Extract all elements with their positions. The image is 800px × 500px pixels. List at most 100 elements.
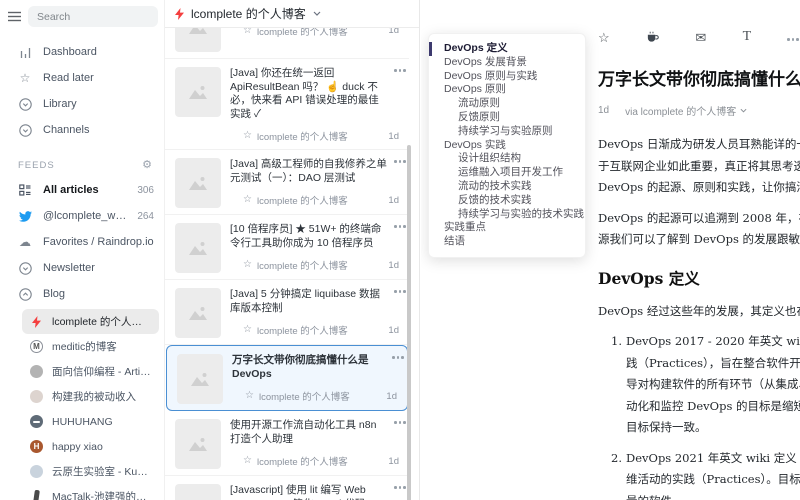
feed-favicon: M [30,340,43,353]
item-feed-name: lcomplete 的个人博客 [257,193,383,207]
paragraph: DevOps 的起源可以追溯到 2008 年，在一次 源我们可以了解到 DevO… [598,208,800,251]
toc-item[interactable]: 反馈原则 [429,111,585,125]
blog-feed-list: lcomplete 的个人博客 M meditic的博客 面向信仰编程 - Ar… [0,309,164,500]
sidebar-item-label: Blog [43,288,154,300]
list-item-selected[interactable]: 万字长文带你彻底搞懂什么是 DevOps ☆ lcomplete 的个人博客 1… [166,345,408,411]
sidebar-item-label: happy xiao [52,441,151,453]
item-time: 1d [388,325,399,336]
sidebar-item-library[interactable]: Library [0,91,164,117]
more-icon[interactable] [399,421,402,424]
sidebar-item-channels[interactable]: Channels [0,117,164,143]
star-icon[interactable]: ☆ [243,260,252,270]
toc-item[interactable]: DevOps 实践 [429,139,585,153]
item-time: 1d [386,391,397,402]
article-content: ☆ ✉ T 万字长文带你彻底搞懂什么是 DevOps 1d via lcompl… [598,0,800,500]
toc-item[interactable]: 持续学习与实验原则 [429,125,585,139]
toc-item[interactable]: 流动原则 [429,97,585,111]
toc-item[interactable]: DevOps 发展背景 [429,56,585,70]
feed-favicon: H [30,440,43,453]
feeds-section-header: FEEDS ⚙ [0,153,164,177]
typography-icon[interactable]: T [743,30,752,44]
item-time: 1d [388,456,399,467]
list-item[interactable]: [Javascript] 使用 lit 编写 Web Components 简化… [165,476,409,500]
list-item[interactable]: [Java] 5 分钟搞定 liquibase 数据库版本控制 ☆ lcompl… [165,280,409,345]
sidebar-item-faith-programming[interactable]: 面向信仰编程 - Artic… [22,359,159,384]
sidebar-item-passive-income[interactable]: 构建我的被动收入 [22,384,159,409]
sidebar-item-cloudnative-lab[interactable]: 云原生实验室 - Kube… [22,459,159,484]
sidebar-item-label: meditic的博客 [52,339,151,354]
thumbnail-image [175,158,221,208]
feed-favicon [33,490,40,500]
more-icon[interactable] [397,356,400,359]
thumbnail-image [175,288,221,338]
star-icon[interactable]: ☆ [243,131,252,141]
sidebar-item-twitter-feed[interactable]: @lcomplete_wild (Twitt… 264 [0,203,164,229]
gear-icon[interactable]: ⚙ [142,160,152,171]
more-icon[interactable] [399,486,402,489]
star-icon[interactable]: ☆ [598,31,610,44]
star-icon[interactable]: ☆ [243,456,252,466]
sidebar-item-dashboard[interactable]: Dashboard [0,39,164,65]
toc-item[interactable]: 实践重点 [429,221,585,235]
app-window: Dashboard ☆ Read later Library Channels … [0,0,800,500]
more-icon[interactable] [399,160,402,163]
menu-icon[interactable] [8,11,21,22]
section-heading: DevOps 定义 [598,267,800,289]
sidebar-item-happy-xiao[interactable]: H happy xiao [22,434,159,459]
lightning-bolt-icon [175,8,184,20]
sidebar-item-label: Library [43,98,154,110]
list-item[interactable]: [10 倍程序员] ★ 51W+ 的终端命令行工具助你成为 10 倍程序员 ☆ … [165,215,409,280]
sidebar-item-mactalk[interactable]: MacTalk-池建强的… [22,484,159,500]
articles-icon [18,184,32,196]
scrollbar-thumb[interactable] [407,145,411,500]
feed-favicon [30,415,43,428]
sidebar-item-label: 云原生实验室 - Kube… [52,464,151,479]
star-icon[interactable]: ☆ [243,325,252,335]
feed-favicon [30,390,43,403]
star-icon[interactable]: ☆ [243,195,252,205]
sidebar-item-lcomplete-blog[interactable]: lcomplete 的个人博客 [22,309,159,334]
sidebar-item-all-articles[interactable]: All articles 306 [0,177,164,203]
more-icon[interactable] [399,69,402,72]
list-item[interactable]: 使用开源工作流自动化工具 n8n 打造个人助理 ☆ lcomplete 的个人博… [165,411,409,476]
toc-item[interactable]: DevOps 定义 [429,42,585,56]
sidebar-item-raindrop[interactable]: ☁ Favorites / Raindrop.io [0,229,164,255]
paragraph: DevOps 经过这些年的发展，其定义也在不断 [598,301,800,323]
sidebar-item-blog[interactable]: Blog [0,281,164,307]
toc-item[interactable]: DevOps 原则 [429,83,585,97]
ordered-list-item: 1. DevOps 2017 - 2020 年英文 wiki 定义 践（Prac… [611,331,800,439]
thumbnail-image [175,223,221,273]
sidebar-item-label: 面向信仰编程 - Artic… [52,364,151,379]
toc-item[interactable]: 结语 [429,235,585,249]
list-item[interactable]: [Java] 高级工程师的自我修养之单元测试（一）：DAO 层测试 ☆ lcom… [165,150,409,215]
item-title: [Java] 你还在统一返回 ApiResultBean 吗？ ☝ duck 不… [230,67,405,121]
sidebar-item-newsletter[interactable]: Newsletter [0,255,164,281]
star-icon[interactable]: ☆ [245,391,254,401]
sidebar-item-meditic[interactable]: M meditic的博客 [22,334,159,359]
ordered-list-item: 2. DevOps 2021 年英文 wiki 定义（直译） 维活动的实践（Pr… [611,448,800,500]
article-source[interactable]: via lcomplete 的个人博客 [625,103,747,118]
coffee-icon[interactable] [646,31,659,44]
more-icon[interactable] [399,290,402,293]
sidebar: Dashboard ☆ Read later Library Channels … [0,0,165,500]
more-icon[interactable] [399,225,402,228]
toc-item[interactable]: 流动的技术实践 [429,180,585,194]
more-icon[interactable] [788,33,795,41]
sidebar-item-read-later[interactable]: ☆ Read later [0,65,164,91]
toc-item[interactable]: DevOps 原则与实践 [429,70,585,84]
sidebar-item-label: @lcomplete_wild (Twitt… [43,210,126,222]
toc-popover: DevOps 定义 DevOps 发展背景 DevOps 原则与实践 DevOp… [428,33,586,258]
search-input[interactable] [28,6,158,27]
item-feed-name: lcomplete 的个人博客 [257,454,383,468]
item-feed-name: lcomplete 的个人博客 [257,323,383,337]
list-item[interactable]: [Java] 你还在统一返回 ApiResultBean 吗？ ☝ duck 不… [165,59,409,150]
article-time: 1d [598,105,609,116]
toc-item[interactable]: 持续学习与实验的技术实践 [429,208,585,222]
toc-item[interactable]: 反馈的技术实践 [429,194,585,208]
mail-icon[interactable]: ✉ [695,31,706,44]
list-header[interactable]: lcomplete 的个人博客 [165,0,419,28]
circle-chevron-up-icon [18,288,32,301]
toc-item[interactable]: 设计组织结构 [429,152,585,166]
toc-item[interactable]: 运维融入项目开发工作 [429,166,585,180]
sidebar-item-huhuhang[interactable]: HUHUHANG [22,409,159,434]
